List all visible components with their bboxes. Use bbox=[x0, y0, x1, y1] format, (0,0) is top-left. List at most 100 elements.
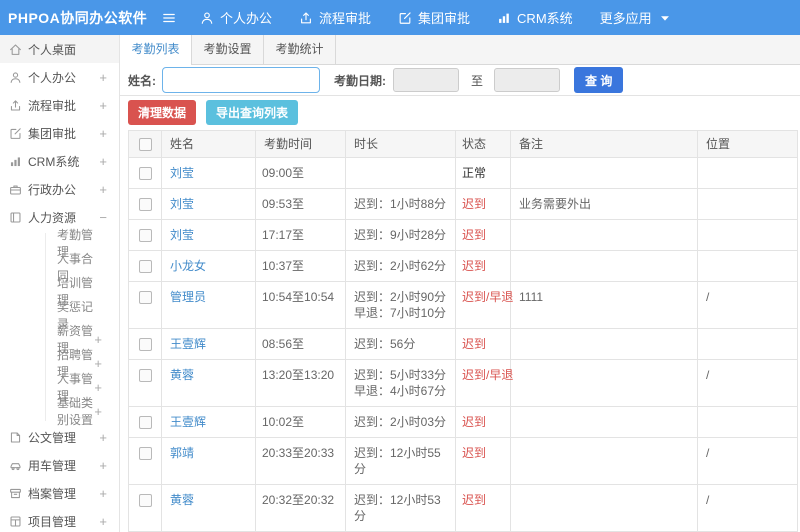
cell-status: 迟到 bbox=[455, 219, 511, 251]
chart-icon bbox=[9, 155, 22, 168]
expand-icon: + bbox=[99, 153, 107, 169]
row-checkbox[interactable] bbox=[138, 494, 152, 508]
employee-name-link[interactable]: 王壹辉 bbox=[170, 337, 206, 351]
expand-icon: + bbox=[94, 379, 102, 395]
cell-note bbox=[510, 250, 698, 282]
employee-name-link[interactable]: 郭靖 bbox=[170, 446, 194, 460]
export-list-button[interactable]: 导出查询列表 bbox=[206, 99, 299, 125]
top-nav-label: 更多应用 bbox=[599, 11, 652, 26]
cell-note bbox=[510, 484, 698, 532]
select-all-checkbox[interactable] bbox=[138, 138, 152, 152]
row-checkbox[interactable] bbox=[138, 198, 152, 212]
table-row: 刘莹 17:17至 迟到：9小时28分 迟到 bbox=[128, 219, 798, 251]
sidebar-item-label: 个人办公 bbox=[28, 70, 77, 85]
sidebar-subitem-base-category-settings[interactable]: 基础类别设置 + bbox=[0, 396, 119, 427]
sidebar-item-personal-office[interactable]: 个人办公 + bbox=[0, 63, 119, 91]
search-bar: 姓名: 考勤日期: 至 查 询 bbox=[120, 65, 800, 97]
employee-name-link[interactable]: 王壹辉 bbox=[170, 415, 206, 429]
cell-status: 迟到 bbox=[455, 437, 511, 485]
row-checkbox-cell bbox=[128, 437, 162, 485]
top-nav: 个人办公 流程审批 集团审批 CRM系统 更多应用 bbox=[200, 8, 705, 27]
cell-location: / bbox=[697, 281, 798, 329]
doc-icon bbox=[9, 431, 22, 444]
sidebar-item-group-approval[interactable]: 集团审批 + bbox=[0, 119, 119, 147]
employee-name-link[interactable]: 刘莹 bbox=[170, 197, 194, 211]
cell-location bbox=[697, 157, 798, 189]
cell-name: 黄蓉 bbox=[161, 484, 256, 532]
employee-name-link[interactable]: 小龙女 bbox=[170, 259, 206, 273]
top-nav-item-personal-office[interactable]: 个人办公 bbox=[200, 8, 272, 27]
row-checkbox-cell bbox=[128, 406, 162, 438]
row-checkbox-cell bbox=[128, 484, 162, 532]
name-input[interactable] bbox=[162, 67, 320, 94]
top-nav-item-crm-system[interactable]: CRM系统 bbox=[497, 8, 573, 27]
top-nav-item-more-apps[interactable]: 更多应用 bbox=[600, 8, 678, 27]
row-checkbox[interactable] bbox=[138, 369, 152, 383]
cell-duration: 迟到：5小时33分 早退：4小时67分 bbox=[345, 359, 456, 407]
hamburger-menu-button[interactable] bbox=[162, 11, 176, 25]
sidebar-subitem-label: 基础类别设置 bbox=[57, 396, 94, 427]
sidebar-item-vehicle-mgmt[interactable]: 用车管理 + bbox=[0, 451, 119, 479]
cell-location bbox=[697, 219, 798, 251]
cell-location: / bbox=[697, 437, 798, 485]
employee-name-link[interactable]: 管理员 bbox=[170, 290, 206, 304]
cell-status: 迟到 bbox=[455, 328, 511, 360]
expand-icon: + bbox=[99, 457, 107, 473]
top-nav-item-group-approval[interactable]: 集团审批 bbox=[398, 8, 470, 27]
date-from-input[interactable] bbox=[393, 68, 459, 93]
row-checkbox[interactable] bbox=[138, 338, 152, 352]
cell-location bbox=[697, 406, 798, 438]
sidebar-item-project-mgmt[interactable]: 项目管理 + bbox=[0, 507, 119, 532]
cell-status: 迟到 bbox=[455, 484, 511, 532]
top-nav-item-workflow-approval[interactable]: 流程审批 bbox=[299, 8, 371, 27]
column-header-note: 备注 bbox=[510, 130, 698, 158]
cell-time: 08:56至 bbox=[255, 328, 346, 360]
column-header-name: 姓名 bbox=[161, 130, 256, 158]
sidebar-item-workflow-approval[interactable]: 流程审批 + bbox=[0, 91, 119, 119]
column-header-dur: 时长 bbox=[345, 130, 456, 158]
row-checkbox[interactable] bbox=[138, 291, 152, 305]
row-checkbox[interactable] bbox=[138, 260, 152, 274]
tab-attendance-list[interactable]: 考勤列表 bbox=[120, 35, 192, 65]
sidebar-item-admin-office[interactable]: 行政办公 + bbox=[0, 175, 119, 203]
sidebar-item-personal-desktop[interactable]: 个人桌面 bbox=[0, 35, 119, 63]
employee-name-link[interactable]: 黄蓉 bbox=[170, 368, 194, 382]
cell-location bbox=[697, 250, 798, 282]
row-checkbox[interactable] bbox=[138, 167, 152, 181]
employee-name-link[interactable]: 刘莹 bbox=[170, 228, 194, 242]
query-button[interactable]: 查 询 bbox=[574, 67, 624, 94]
table-row: 郭靖 20:33至20:33 迟到：12小时55分 迟到 / bbox=[128, 437, 798, 485]
tab-attendance-settings[interactable]: 考勤设置 bbox=[192, 35, 264, 64]
cell-name: 王壹辉 bbox=[161, 406, 256, 438]
row-checkbox[interactable] bbox=[138, 447, 152, 461]
sidebar-item-archive-mgmt[interactable]: 档案管理 + bbox=[0, 479, 119, 507]
cell-location: / bbox=[697, 359, 798, 407]
cell-time: 13:20至13:20 bbox=[255, 359, 346, 407]
cell-note bbox=[510, 359, 698, 407]
date-to-input[interactable] bbox=[494, 68, 561, 93]
column-header-status: 状态 bbox=[455, 130, 511, 158]
app-logo[interactable]: PHPOA协同办公软件 bbox=[0, 8, 162, 28]
expand-icon: + bbox=[94, 403, 102, 419]
cell-time: 10:54至10:54 bbox=[255, 281, 346, 329]
sidebar-item-label: 公文管理 bbox=[28, 430, 77, 445]
row-checkbox-cell bbox=[128, 281, 162, 329]
employee-name-link[interactable]: 黄蓉 bbox=[170, 493, 194, 507]
tab-attendance-stats[interactable]: 考勤统计 bbox=[264, 35, 336, 64]
sidebar-item-crm-system[interactable]: CRM系统 + bbox=[0, 147, 119, 175]
expand-icon: + bbox=[99, 181, 107, 197]
row-checkbox[interactable] bbox=[138, 416, 152, 430]
expand-icon: + bbox=[94, 331, 102, 347]
cell-duration: 迟到：12小时53分 bbox=[345, 484, 456, 532]
cell-note bbox=[510, 406, 698, 438]
edit-icon bbox=[9, 127, 22, 140]
clean-data-button[interactable]: 清理数据 bbox=[128, 99, 197, 125]
name-label: 姓名: bbox=[128, 73, 156, 88]
content-area: 考勤列表 考勤设置 考勤统计 姓名: 考勤日期: 至 查 询 清理数据 导出查询列表… bbox=[120, 35, 800, 532]
sidebar-item-label: 项目管理 bbox=[28, 514, 77, 529]
row-checkbox[interactable] bbox=[138, 229, 152, 243]
attendance-table-wrap: 姓名 考勤时间 时长 状态 备注 位置 刘莹 09:00至 正常 刘莹 09:53至 迟到：1小时8… bbox=[128, 130, 798, 532]
employee-name-link[interactable]: 刘莹 bbox=[170, 166, 194, 180]
row-checkbox-cell bbox=[128, 359, 162, 407]
cell-name: 小龙女 bbox=[161, 250, 256, 282]
